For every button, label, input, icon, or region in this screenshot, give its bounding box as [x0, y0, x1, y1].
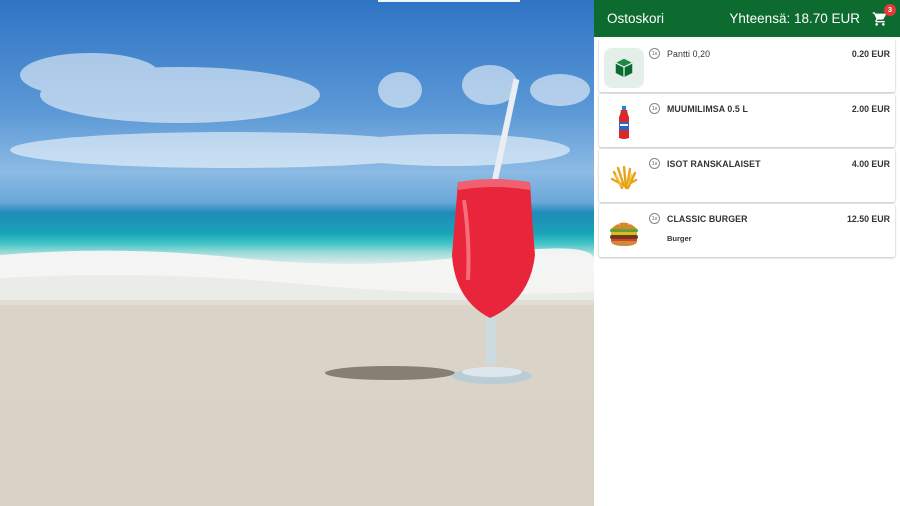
cart-item[interactable]: 1x ISOT RANSKALAISET 4.00 EUR	[599, 149, 895, 202]
hero-beach-image	[0, 0, 594, 506]
cart-item[interactable]: 1x Pantti 0,20 0.20 EUR	[599, 39, 895, 92]
deposit-box-icon	[604, 48, 644, 88]
cart-panel: Ostoskori Yhteensä: 18.70 EUR 3 1x Pantt…	[594, 0, 900, 506]
burger-image	[604, 213, 644, 253]
item-name: Pantti 0,20	[667, 49, 711, 59]
cart-header: Ostoskori Yhteensä: 18.70 EUR 3	[594, 0, 900, 37]
item-subtitle: Burger	[667, 234, 692, 243]
item-price: 2.00 EUR	[851, 104, 890, 114]
item-price: 12.50 EUR	[846, 214, 890, 224]
cart-item[interactable]: 1x CLASSIC BURGER 12.50 EUR Burger	[599, 204, 895, 257]
cart-count-badge: 3	[884, 3, 896, 16]
hero-top-highlight	[378, 0, 520, 2]
item-quantity: 1x	[649, 48, 660, 59]
cart-total-label: Yhteensä: 18.70 EUR	[729, 11, 860, 26]
item-name: CLASSIC BURGER	[667, 214, 748, 224]
cart-item-list: 1x Pantti 0,20 0.20 EUR 1x MUUMILIMSA 0.…	[594, 37, 900, 257]
item-price: 0.20 EUR	[851, 49, 890, 59]
beach-cocktail-illustration	[0, 53, 594, 506]
item-name: MUUMILIMSA 0.5 L	[667, 104, 748, 114]
item-quantity: 1x	[649, 213, 660, 224]
cart-title: Ostoskori	[607, 11, 665, 26]
cart-button[interactable]: 3	[872, 3, 896, 27]
french-fries-image	[604, 158, 644, 198]
item-price: 4.00 EUR	[851, 159, 890, 169]
item-quantity: 1x	[649, 158, 660, 169]
cart-total: Yhteensä: 18.70 EUR 3	[729, 3, 896, 27]
cart-item[interactable]: 1x MUUMILIMSA 0.5 L 2.00 EUR	[599, 94, 895, 147]
item-name: ISOT RANSKALAISET	[667, 159, 761, 169]
item-quantity: 1x	[649, 103, 660, 114]
soda-bottle-image	[604, 103, 644, 143]
